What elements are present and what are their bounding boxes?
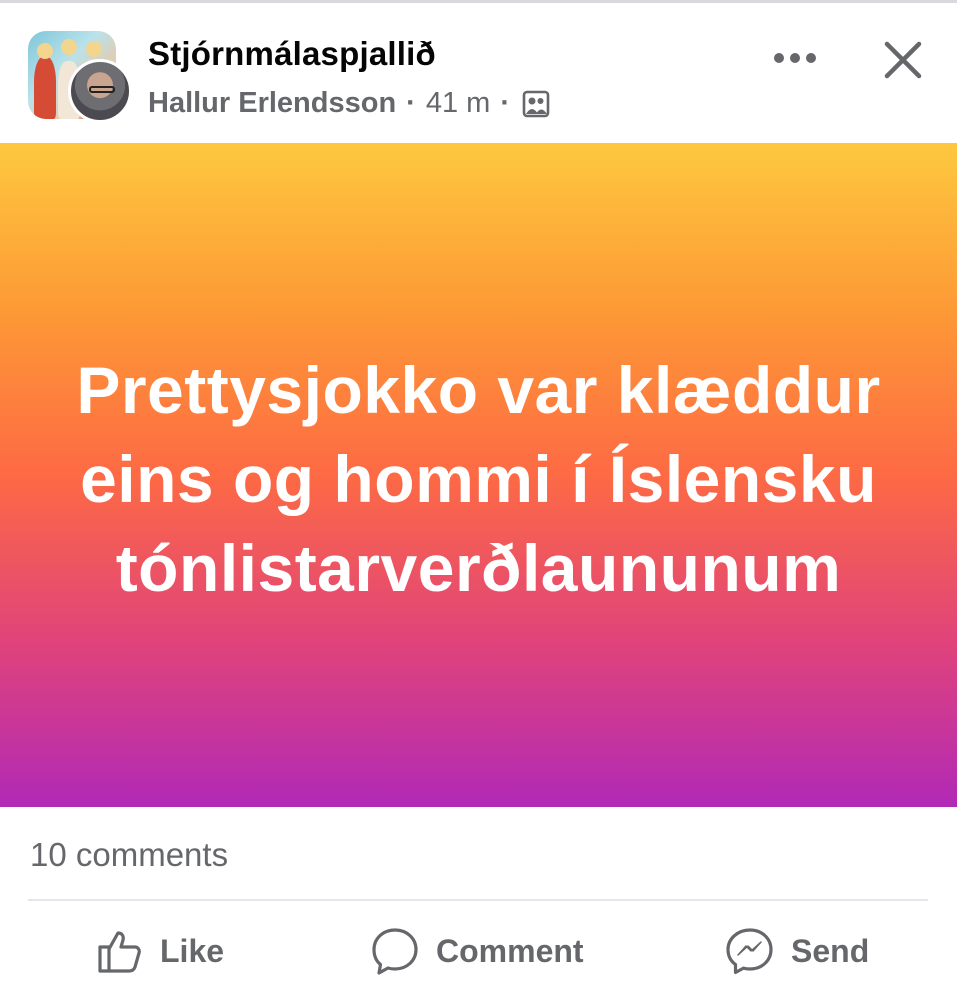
post-header: Stjórnmálaspjallið Hallur Erlendsson · 4…	[0, 3, 957, 143]
more-options-button[interactable]	[770, 41, 820, 75]
send-label: Send	[791, 932, 870, 969]
comment-label: Comment	[436, 932, 584, 969]
post-text: Prettysjokko var klæddur eins og hommi í…	[76, 352, 881, 605]
author-name[interactable]: Hallur Erlendsson	[148, 87, 396, 120]
post-background: Prettysjokko var klæddur eins og hommi í…	[0, 143, 957, 807]
send-button[interactable]: Send	[725, 923, 869, 979]
group-members-icon	[522, 90, 550, 118]
author-avatar[interactable]	[68, 59, 132, 123]
post-meta: Hallur Erlendsson · 41 m ·	[148, 87, 550, 120]
meta-separator: ·	[406, 87, 416, 119]
close-button[interactable]	[878, 35, 928, 85]
like-button[interactable]: Like	[96, 923, 224, 979]
messenger-icon	[726, 928, 773, 975]
post-actions: Like Comment Send	[0, 905, 957, 995]
actions-divider	[28, 899, 928, 901]
meta-separator: ·	[500, 87, 510, 119]
post-time[interactable]: 41 m	[426, 87, 490, 120]
comment-bubble-icon	[372, 928, 418, 975]
avatar-group[interactable]	[28, 31, 132, 123]
more-dots-icon	[774, 53, 816, 63]
comment-button[interactable]: Comment	[370, 923, 584, 979]
thumbs-up-icon	[98, 931, 141, 973]
group-name[interactable]: Stjórnmálaspjallið	[148, 35, 436, 73]
comments-count[interactable]: 10 comments	[30, 836, 228, 874]
close-icon	[884, 41, 922, 79]
like-label: Like	[160, 932, 225, 969]
